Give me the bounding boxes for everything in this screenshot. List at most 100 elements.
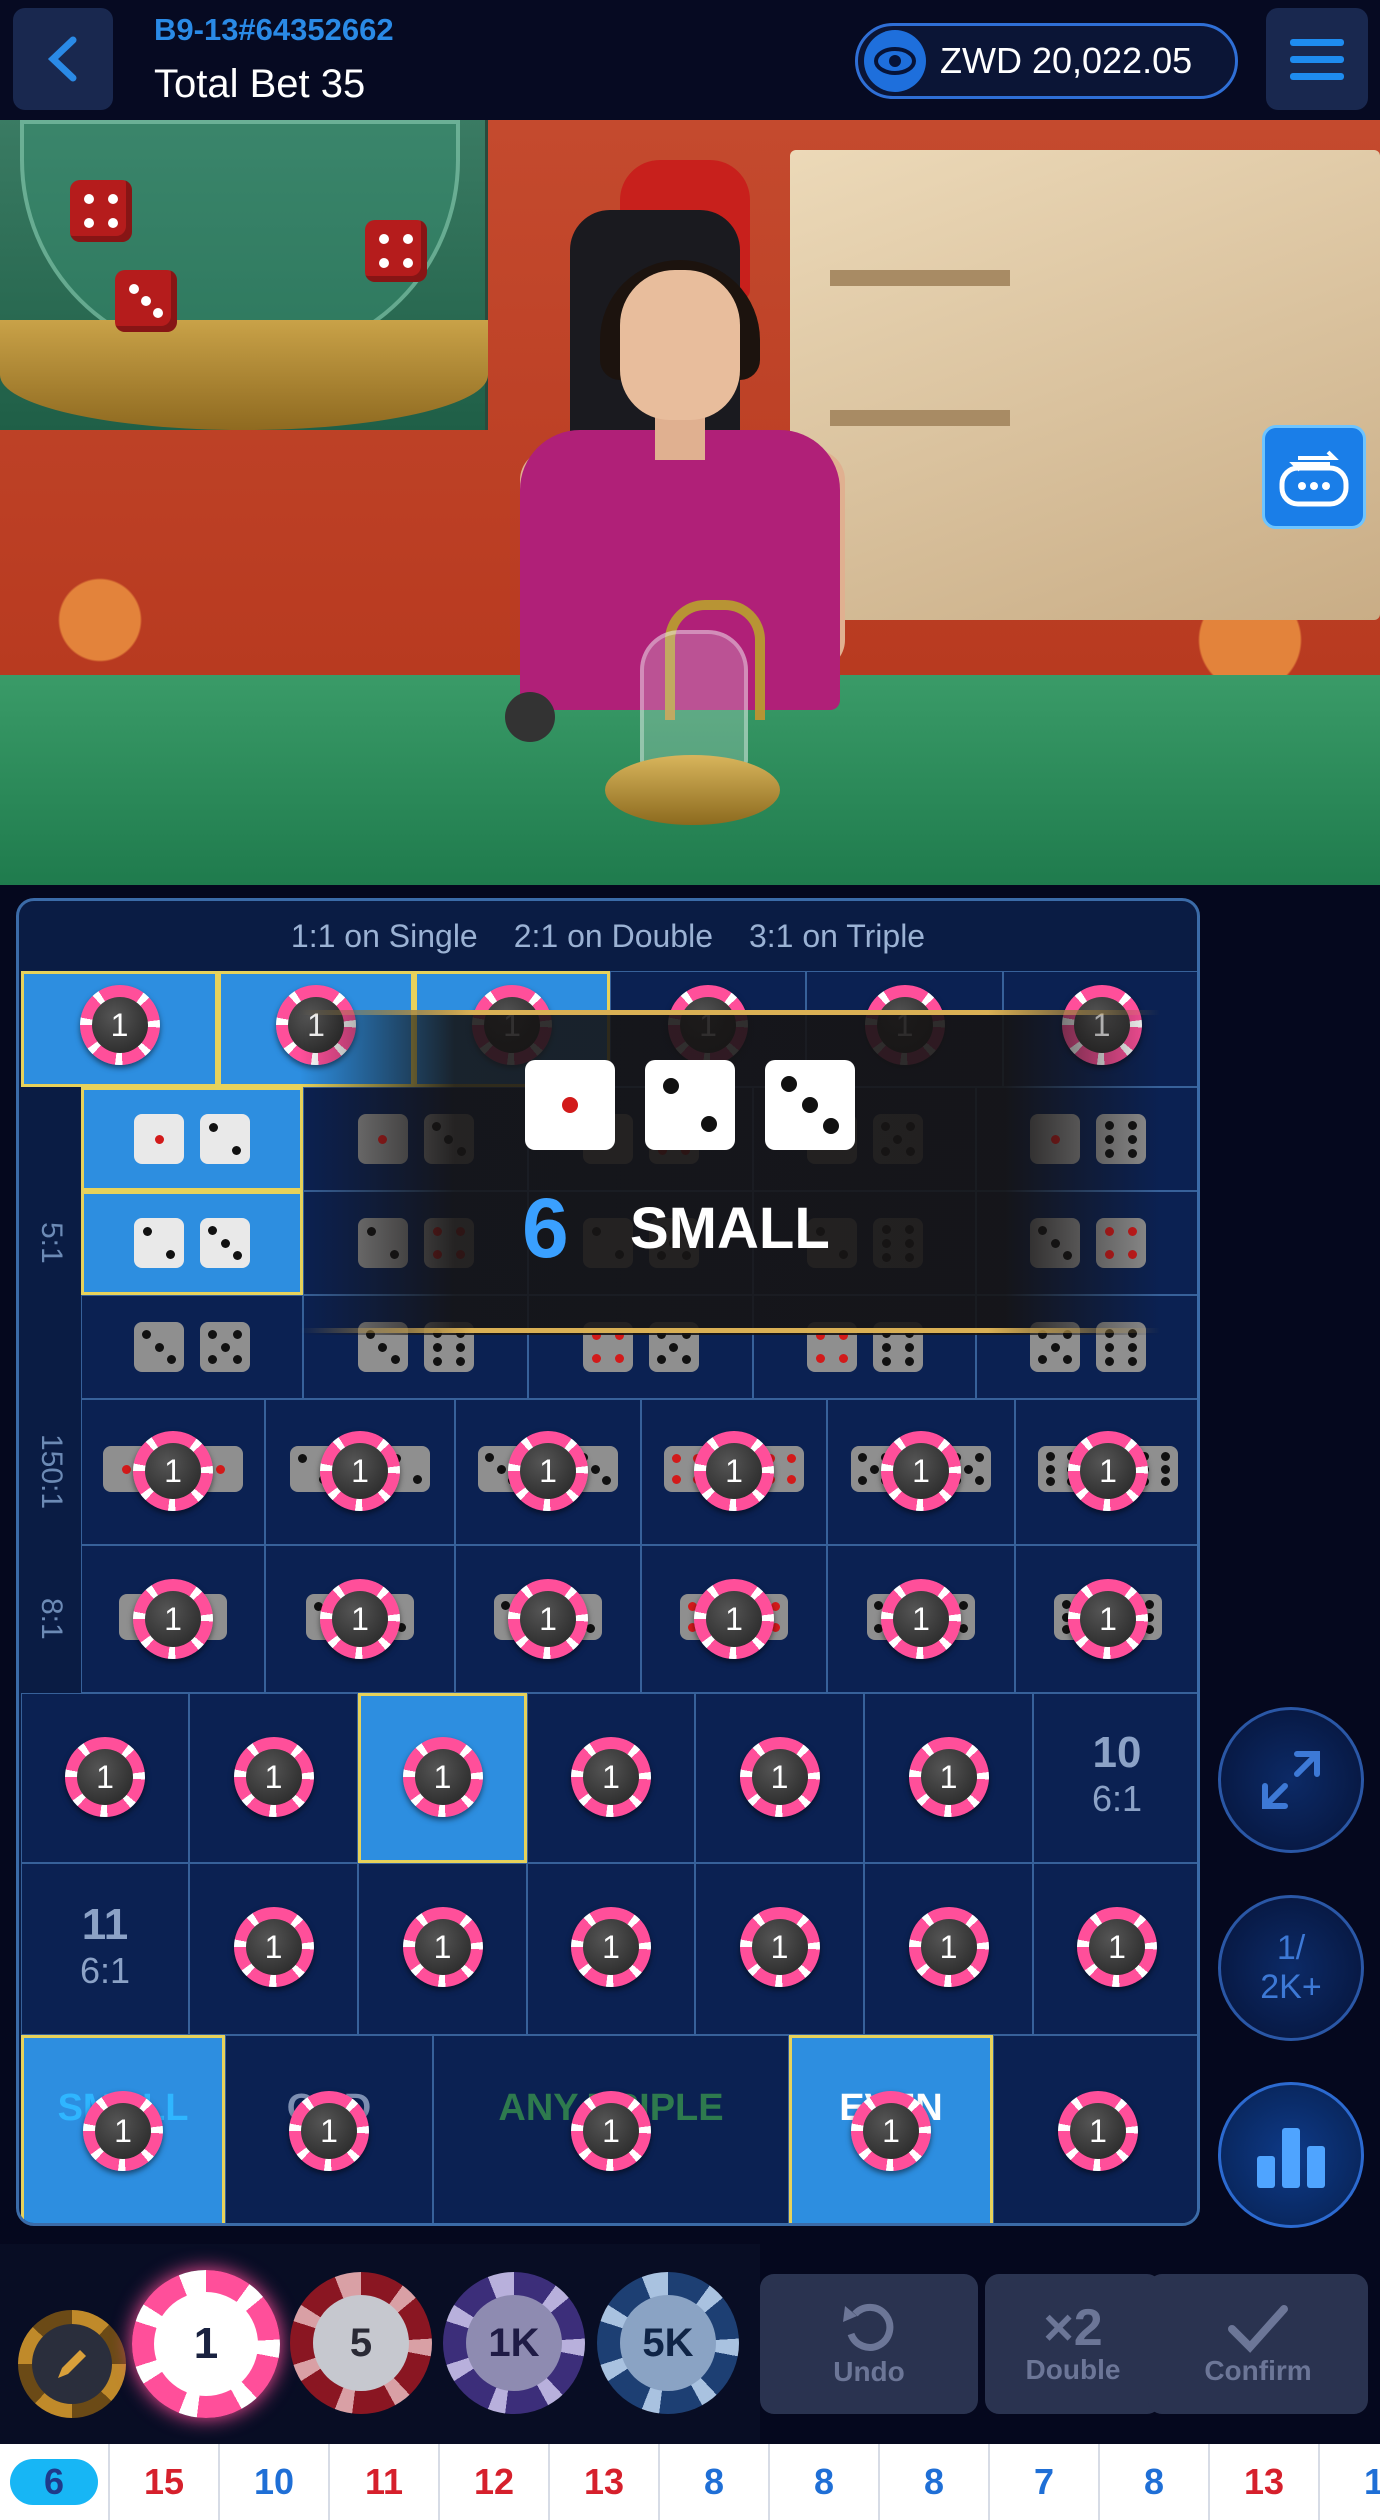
roadmap-value: 8 <box>923 2461 945 2502</box>
roadmap-value: 1 <box>1363 2461 1380 2502</box>
bet-chip: 1 <box>694 1579 774 1659</box>
confirm-label: Confirm <box>1204 2355 1312 2386</box>
die-face-1 <box>134 1114 184 1164</box>
payout-single: 1:1 on Single <box>290 917 478 954</box>
row-label-8-1: 8:1 <box>35 1598 68 1640</box>
roadmap-result: 13 <box>1210 2444 1320 2520</box>
roadmap-value: 6 <box>9 2459 99 2505</box>
eye-icon <box>864 30 926 92</box>
total-11-label: 11 6:1 <box>21 1903 189 1989</box>
result-die-1 <box>525 1060 615 1150</box>
result-label: SMALL <box>630 1196 830 1261</box>
bet-chip-value: 1 <box>583 1749 639 1805</box>
chip-5-label: 5 <box>313 2295 409 2391</box>
check-icon <box>1228 2305 1288 2353</box>
roadmap-result: 1 <box>1320 2444 1380 2520</box>
chip-1[interactable]: 1 <box>132 2270 280 2418</box>
auto-bet-robot-button[interactable] <box>1262 425 1366 529</box>
payout-double: 2:1 on Double <box>513 917 713 954</box>
bet-chip: 1 <box>133 1431 213 1511</box>
roadmap-value: 13 <box>1243 2461 1285 2502</box>
roadmap-result: 11 <box>330 2444 440 2520</box>
bet-chip-value: 1 <box>245 1919 302 1975</box>
payout-triple: 3:1 on Triple <box>748 917 926 954</box>
undo-button[interactable]: Undo <box>760 2274 978 2414</box>
bet-chip: 1 <box>908 1737 989 1817</box>
result-die-2 <box>645 1060 735 1150</box>
total-10-value: 10 <box>1092 1728 1142 1777</box>
roadmap-value: 7 <box>1033 2461 1055 2502</box>
die-face-3 <box>134 1322 184 1372</box>
pencil-icon <box>58 2350 86 2378</box>
bet-chip-value: 1 <box>332 1591 388 1647</box>
combo-bet[interactable] <box>81 1191 303 1295</box>
double-label: Double <box>1025 2354 1121 2385</box>
chip-1k[interactable]: 1K <box>443 2272 585 2414</box>
bet-limit-button[interactable]: 1/ 2K+ <box>1218 1895 1364 2041</box>
bet-chip: 1 <box>1058 2091 1138 2171</box>
die-face-3 <box>200 1218 250 1268</box>
edit-chips-button[interactable] <box>18 2310 126 2418</box>
bet-chip: 1 <box>571 1737 651 1817</box>
bet-chip-value: 1 <box>706 1591 762 1647</box>
live-video <box>0 120 1380 885</box>
bet-chip-value: 1 <box>91 997 148 1053</box>
roadmap-result: 15 <box>110 2444 220 2520</box>
bet-chip-value: 1 <box>520 1591 576 1647</box>
bet-chip: 1 <box>402 1907 483 1987</box>
bet-chip-value: 1 <box>920 1749 977 1805</box>
roadmap-value: 8 <box>813 2461 835 2502</box>
die-face-2 <box>134 1218 184 1268</box>
bet-chip-value: 1 <box>301 2103 357 2159</box>
balance-pill[interactable]: ZWD 20,022.05 <box>855 23 1238 99</box>
table-id: B9-13#64352662 <box>154 12 394 47</box>
undo-icon <box>843 2303 894 2351</box>
expand-icon <box>1262 1751 1320 1809</box>
chip-5[interactable]: 5 <box>290 2272 432 2414</box>
chip-1-label: 1 <box>154 2292 258 2396</box>
double-button[interactable]: ×2 Double <box>985 2274 1161 2414</box>
bet-chip-value: 1 <box>1080 1591 1136 1647</box>
bet-chip-value: 1 <box>583 1919 639 1975</box>
roadmap-result: 13 <box>550 2444 660 2520</box>
bet-chip-value: 1 <box>920 1919 977 1975</box>
chevron-left-icon <box>47 36 77 82</box>
roadmap-result: 8 <box>1100 2444 1210 2520</box>
bet-chip-value: 1 <box>520 1443 576 1499</box>
bet-chip: 1 <box>571 2091 651 2171</box>
bet-chip-value: 1 <box>863 2103 919 2159</box>
bet-chip-value: 1 <box>332 1443 388 1499</box>
roadmap-value: 13 <box>583 2461 625 2502</box>
bet-chip-value: 1 <box>95 2103 151 2159</box>
bet-chip: 1 <box>133 1579 213 1659</box>
total-bet: Total Bet 35 <box>154 62 366 106</box>
bet-chip: 1 <box>65 1737 145 1817</box>
bet-chip: 1 <box>1068 1579 1148 1659</box>
bet-chip-value: 1 <box>414 1919 471 1975</box>
fullscreen-button[interactable] <box>1218 1707 1364 1853</box>
total-11-value: 11 <box>81 1900 129 1949</box>
bet-chip: 1 <box>881 1431 961 1511</box>
combo-bet[interactable] <box>81 1087 303 1191</box>
bet-chip: 1 <box>79 985 160 1065</box>
combo-bet[interactable] <box>81 1295 303 1399</box>
confirm-button[interactable]: Confirm <box>1148 2274 1368 2414</box>
bet-chip: 1 <box>289 2091 369 2171</box>
total-11-odds: 6:1 <box>79 1950 131 1991</box>
bet-chip: 1 <box>508 1579 588 1659</box>
double-icon: ×2 <box>1043 2299 1103 2357</box>
balance-text: ZWD 20,022.05 <box>940 40 1193 81</box>
result-die-3 <box>765 1060 855 1150</box>
hamburger-icon <box>1290 38 1344 46</box>
back-button[interactable] <box>13 8 113 110</box>
chip-5k[interactable]: 5K <box>597 2272 739 2414</box>
bet-chip-value: 1 <box>893 1443 949 1499</box>
bar-chart-icon <box>1257 2128 1325 2188</box>
menu-button[interactable] <box>1266 8 1368 110</box>
roadmap-result: 8 <box>880 2444 990 2520</box>
roadmap-result: 6 <box>0 2444 110 2520</box>
bet-chip-value: 1 <box>751 1919 808 1975</box>
statistics-button[interactable] <box>1218 2082 1364 2228</box>
bet-chip: 1 <box>908 1907 989 1987</box>
total-10-label: 10 6:1 <box>1033 1728 1197 1817</box>
